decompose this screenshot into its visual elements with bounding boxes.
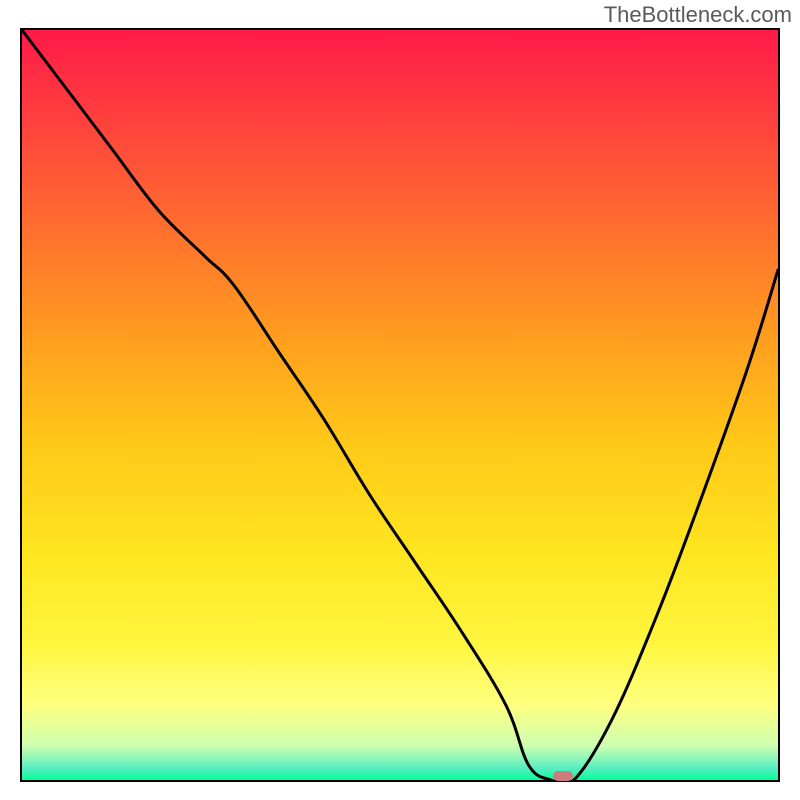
watermark-text: TheBottleneck.com <box>604 2 792 28</box>
chart-container: TheBottleneck.com <box>0 0 800 800</box>
bottleneck-curve <box>22 30 778 780</box>
optimal-marker <box>553 771 573 781</box>
curve-layer <box>22 30 778 780</box>
plot-axis-bottom <box>20 780 780 782</box>
